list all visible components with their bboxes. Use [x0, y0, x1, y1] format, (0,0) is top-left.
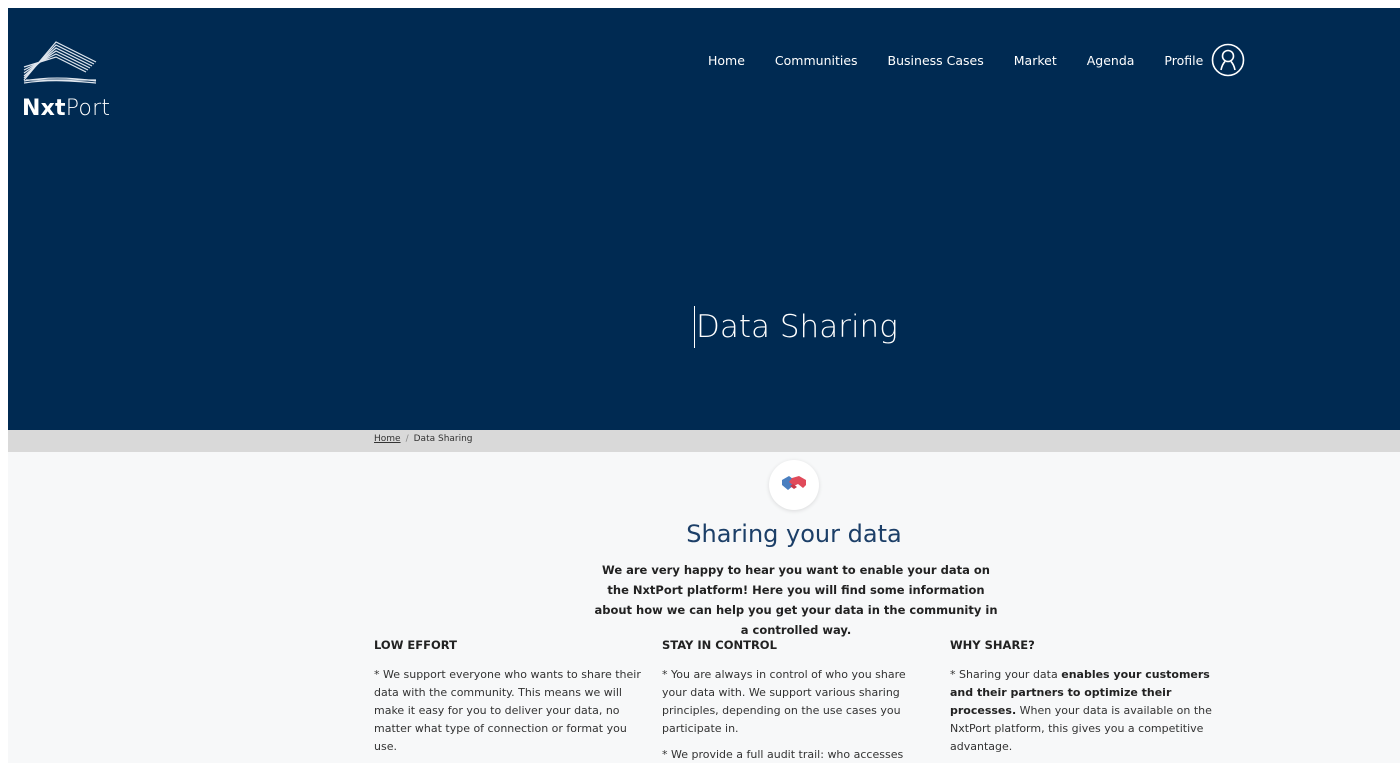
- section-badge: [769, 460, 819, 510]
- hero-header: NxtPort Home Communities Business Cases …: [8, 8, 1400, 430]
- column-text: * We support everyone who wants to share…: [374, 668, 641, 753]
- section-intro: We are very happy to hear you want to en…: [594, 563, 998, 637]
- logo[interactable]: NxtPort: [20, 36, 110, 126]
- page-frame: NxtPort Home Communities Business Cases …: [8, 8, 1400, 763]
- why-share-text-pre: * Sharing your data: [950, 668, 1062, 681]
- logo-text: NxtPort: [22, 96, 110, 121]
- section-title: Sharing your data: [686, 520, 902, 548]
- user-circle-icon[interactable]: [1211, 43, 1245, 77]
- column-text: * Sharing your data enables your custome…: [950, 666, 1216, 756]
- column-why-share: WHY SHARE? * Sharing your data enables y…: [950, 638, 1216, 763]
- main-nav: Home Communities Business Cases Market A…: [708, 43, 1245, 77]
- column-heading: LOW EFFORT: [374, 638, 457, 652]
- nav-business-cases[interactable]: Business Cases: [888, 53, 984, 68]
- column-text: * We provide a full audit trail: who acc…: [662, 748, 904, 761]
- nav-home[interactable]: Home: [708, 53, 745, 68]
- column-heading: STAY IN CONTROL: [662, 638, 777, 652]
- handshake-icon: [782, 476, 806, 490]
- nav-communities[interactable]: Communities: [775, 53, 858, 68]
- nav-profile[interactable]: Profile: [1164, 53, 1203, 68]
- column-low-effort: LOW EFFORT * We support everyone who wan…: [374, 638, 644, 763]
- logo-text-bold: Nxt: [22, 96, 66, 121]
- breadcrumb-bar: Home / Data Sharing: [8, 430, 1400, 452]
- page-title: Data Sharing: [694, 306, 898, 348]
- breadcrumb-separator: /: [405, 434, 409, 444]
- logo-text-light: Port: [65, 96, 111, 121]
- logo-mark-icon: [23, 41, 97, 84]
- column-text: * You are always in control of who you s…: [662, 668, 906, 735]
- nav-agenda[interactable]: Agenda: [1087, 53, 1135, 68]
- breadcrumb-home-link[interactable]: Home: [374, 434, 401, 444]
- breadcrumb: Home / Data Sharing: [374, 434, 473, 444]
- nav-market[interactable]: Market: [1014, 53, 1057, 68]
- breadcrumb-current: Data Sharing: [413, 434, 473, 444]
- column-heading: WHY SHARE?: [950, 638, 1035, 652]
- column-stay-in-control: STAY IN CONTROL * You are always in cont…: [662, 638, 918, 763]
